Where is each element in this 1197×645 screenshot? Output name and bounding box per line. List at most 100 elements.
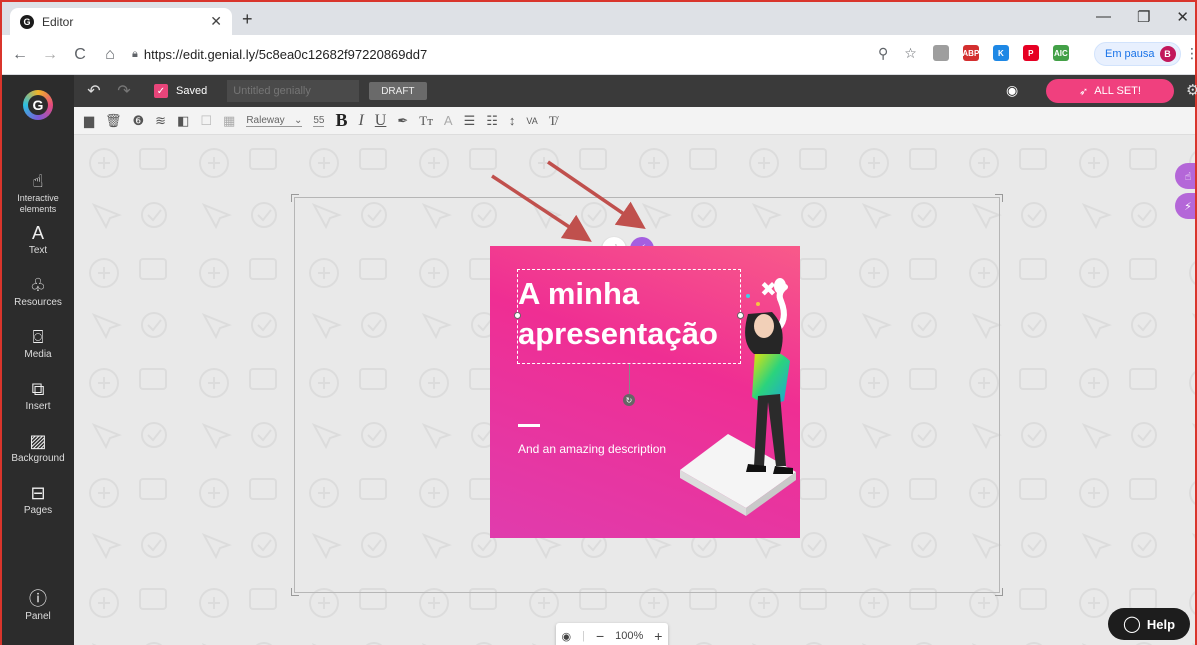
insert-icon: ⧉: [31, 379, 45, 399]
bold-button[interactable]: B: [335, 110, 347, 131]
text-icon: A: [31, 223, 44, 243]
adblock-ext-icon[interactable]: ABP: [962, 45, 979, 61]
forward-icon[interactable]: →: [38, 46, 62, 64]
all-set-button[interactable]: ➶ ALL SET!: [1046, 79, 1174, 103]
profile-chip[interactable]: Em pausa B: [1094, 42, 1181, 66]
android-ext-icon[interactable]: AIC: [1052, 45, 1069, 61]
edge-animation-icon[interactable]: ⚡: [1175, 193, 1195, 219]
restore-icon[interactable]: ❐: [1137, 8, 1150, 26]
pointer-icon: ☝: [32, 171, 44, 191]
frame-corner: [995, 194, 1003, 202]
font-select[interactable]: Raleway ⌄: [246, 115, 303, 127]
zoom-magnifier-icon[interactable]: ⚲: [878, 45, 888, 62]
bring-front-icon[interactable]: ▆: [84, 113, 94, 129]
preview-eye-icon[interactable]: ◉: [562, 630, 572, 643]
clear-format-icon[interactable]: T̸: [549, 113, 557, 129]
sidebar-item-background[interactable]: ▨ Background: [2, 431, 74, 464]
sidebar-item-insert[interactable]: ⧉ Insert: [2, 379, 74, 412]
genially-logo[interactable]: G: [2, 75, 74, 135]
svg-text:✖: ✖: [760, 277, 777, 301]
extensions-area: ABP K P AIC: [932, 45, 1069, 62]
zoom-divider: |: [582, 630, 585, 642]
info-icon: ⓘ: [29, 589, 47, 609]
browser-tab[interactable]: G Editor ✕: [10, 8, 232, 35]
pages-icon: ⊟: [30, 483, 46, 503]
italic-button[interactable]: I: [358, 112, 363, 130]
chat-bubble-icon: ◯: [1122, 616, 1141, 633]
close-tab-icon[interactable]: ✕: [210, 13, 222, 30]
omnibox-actions: ⚲ ☆ ABP K P AIC: [878, 45, 1069, 62]
shapes-icon: ♧: [29, 275, 47, 295]
frame-corner: [995, 588, 1003, 596]
help-button[interactable]: ◯ Help: [1108, 608, 1190, 640]
text-outline-icon[interactable]: A: [444, 113, 453, 128]
sidebar-item-text[interactable]: A Text: [2, 223, 74, 256]
hatch-icon: ▨: [29, 431, 47, 451]
reload-icon[interactable]: C: [68, 46, 92, 64]
text-size-icon[interactable]: Tт: [419, 113, 433, 129]
frame-icon[interactable]: ◧: [177, 113, 189, 129]
cloud-ext-icon[interactable]: [932, 45, 949, 61]
zoom-level: 100%: [615, 630, 644, 642]
delete-icon[interactable]: 🗑︎: [105, 113, 122, 129]
sidebar-item-interactive[interactable]: ☝ Interactive elements: [2, 171, 74, 215]
url-text: https://edit.genial.ly/5c8ea0c12682f9722…: [143, 46, 428, 62]
color-pen-icon[interactable]: ✒: [397, 113, 408, 129]
new-tab-icon[interactable]: +: [242, 9, 253, 30]
pinterest-ext-icon[interactable]: P: [1022, 45, 1039, 61]
saved-label: Saved: [176, 85, 208, 97]
help-label: Help: [1146, 616, 1176, 632]
address-bar[interactable]: 🔒︎ https://edit.genial.ly/5c8ea0c12682f9…: [132, 41, 732, 67]
lock-icon: 🔒︎: [132, 47, 138, 60]
sidebar-item-panel[interactable]: ⓘ Panel: [2, 589, 74, 622]
format-toolbar: ▆ 🗑︎ ❻ ≋ ◧ ☐ ▦ Raleway ⌄ 55 B I U ✒ Tт A …: [74, 107, 1195, 135]
align-icon[interactable]: ☰: [464, 113, 476, 129]
preview-eye-icon[interactable]: ◉: [1006, 82, 1018, 99]
genially-favicon-icon: G: [20, 14, 34, 29]
letter-spacing-icon[interactable]: VA: [526, 116, 537, 126]
k-ext-icon[interactable]: K: [992, 45, 1009, 61]
check-icon: ✓: [154, 84, 168, 98]
zoom-in-button[interactable]: +: [654, 628, 662, 644]
slide-card[interactable]: A minha apresentação ↻ And an amazing de…: [490, 246, 800, 538]
woman-illustration: ✖: [680, 277, 796, 516]
frame-corner: [291, 194, 299, 202]
editor-canvas[interactable]: ☝ ⚡ A minha apresentação ↻ And an amazin…: [74, 135, 1195, 645]
gear-icon[interactable]: ⚙: [1186, 81, 1197, 99]
editor-top-bar: ↶ ↷ ✓ Saved DRAFT ◉ ➶ ALL SET! ⚙: [74, 75, 1197, 107]
layers-icon[interactable]: ≋: [155, 113, 166, 129]
tab-title: Editor: [42, 14, 74, 29]
minimize-icon[interactable]: —: [1096, 8, 1111, 26]
edge-interactivity-icon[interactable]: ☝: [1175, 163, 1195, 189]
underline-button[interactable]: U: [375, 112, 387, 130]
right-edge-buttons: ☝ ⚡: [1175, 163, 1195, 223]
frame-corner: [291, 588, 299, 596]
avatar: B: [1159, 46, 1176, 62]
duplicate-icon[interactable]: ❻: [133, 113, 145, 129]
list-icon[interactable]: ☷: [486, 113, 498, 129]
draft-badge[interactable]: DRAFT: [369, 82, 427, 100]
zoom-out-button[interactable]: −: [596, 628, 604, 644]
sidebar-item-pages[interactable]: ⊟ Pages: [2, 483, 74, 516]
sidebar-item-media[interactable]: ⌼ Media: [2, 327, 74, 360]
redo-icon[interactable]: ↷: [112, 81, 136, 101]
transparency-icon[interactable]: ▦: [223, 113, 235, 129]
checkbox-icon[interactable]: ☐: [200, 113, 212, 129]
title-input[interactable]: [227, 80, 360, 102]
sidebar-item-resources[interactable]: ♧ Resources: [2, 275, 74, 308]
font-size-select[interactable]: 55: [313, 115, 325, 127]
profile-status: Em pausa: [1105, 48, 1155, 60]
back-icon[interactable]: ←: [8, 46, 32, 64]
close-window-icon[interactable]: ✕: [1176, 8, 1189, 26]
camera-icon: ⌼: [32, 327, 44, 347]
logo-icon: G: [23, 90, 53, 120]
saved-status: ✓ Saved: [154, 84, 207, 98]
zoom-control: ◉ | − 100% +: [556, 623, 668, 645]
browser-menu-icon[interactable]: ⋮: [1185, 45, 1197, 62]
bookmark-star-icon[interactable]: ☆: [904, 45, 917, 62]
undo-icon[interactable]: ↶: [82, 81, 106, 101]
home-icon[interactable]: ⌂: [98, 46, 122, 64]
window-controls: — ❐ ✕: [1096, 8, 1189, 26]
line-height-icon[interactable]: ↕: [509, 113, 516, 128]
left-sidebar: ☝ Interactive elements A Text ♧ Resource…: [2, 135, 74, 645]
